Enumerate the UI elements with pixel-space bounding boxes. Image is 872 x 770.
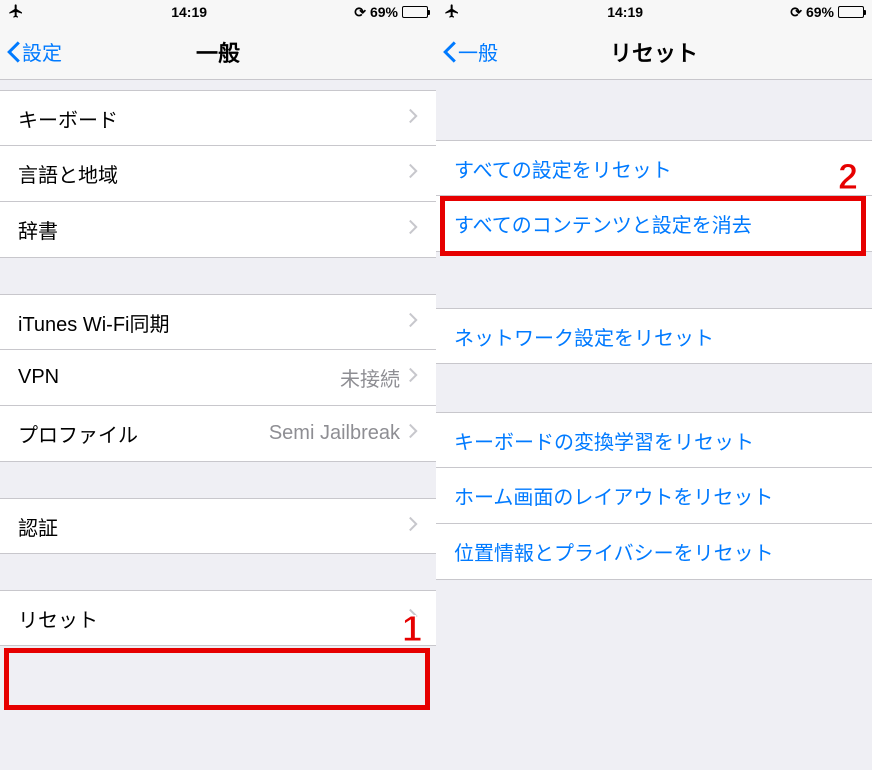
row-reset-network[interactable]: ネットワーク設定をリセット — [436, 308, 872, 364]
back-label: 一般 — [458, 37, 498, 66]
row-label: すべての設定をリセット — [454, 154, 854, 183]
airplane-mode-icon — [8, 3, 24, 22]
status-time: 14:19 — [607, 4, 643, 20]
back-label: 設定 — [22, 37, 62, 66]
group-cert: 認証 — [0, 498, 436, 554]
nav-bar: 一般 リセット — [436, 24, 872, 80]
chevron-right-icon — [408, 218, 418, 241]
row-dictionary[interactable]: 辞書 — [0, 202, 436, 258]
row-label: 認証 — [18, 512, 408, 541]
group-network: iTunes Wi-Fi同期 VPN 未接続 プロファイル Semi Jailb… — [0, 294, 436, 462]
row-certification[interactable]: 認証 — [0, 498, 436, 554]
status-time: 14:19 — [171, 4, 207, 20]
group-reset-other: キーボードの変換学習をリセット ホーム画面のレイアウトをリセット 位置情報とプラ… — [436, 412, 872, 580]
row-label: キーボード — [18, 104, 408, 133]
row-label: 位置情報とプライバシーをリセット — [454, 537, 854, 566]
chevron-right-icon — [408, 107, 418, 130]
row-reset-location-privacy[interactable]: 位置情報とプライバシーをリセット — [436, 524, 872, 580]
screen-general: 14:19 ⟳ 69% 設定 一般 キーボード 言語と地域 辞書 — [0, 0, 436, 770]
battery-percent: 69% — [806, 4, 834, 20]
battery-percent: 69% — [370, 4, 398, 20]
row-label: プロファイル — [18, 419, 269, 448]
row-erase-all-content[interactable]: すべてのコンテンツと設定を消去 — [436, 196, 872, 252]
airplane-mode-icon — [444, 3, 460, 22]
group-input: キーボード 言語と地域 辞書 — [0, 90, 436, 258]
chevron-right-icon — [408, 162, 418, 185]
page-title: 一般 — [0, 36, 436, 68]
row-label: iTunes Wi-Fi同期 — [18, 308, 408, 337]
chevron-left-icon — [442, 40, 458, 64]
page-title: リセット — [436, 36, 872, 68]
group-reset-main: すべての設定をリセット すべてのコンテンツと設定を消去 — [436, 140, 872, 252]
row-label: ホーム画面のレイアウトをリセット — [454, 481, 854, 510]
row-reset-all-settings[interactable]: すべての設定をリセット — [436, 140, 872, 196]
chevron-right-icon — [408, 366, 418, 389]
status-bar: 14:19 ⟳ 69% — [0, 0, 436, 24]
group-reset: リセット — [0, 590, 436, 646]
annotation-highlight-1 — [4, 648, 430, 710]
row-profile[interactable]: プロファイル Semi Jailbreak — [0, 406, 436, 462]
chevron-left-icon — [6, 40, 22, 64]
chevron-right-icon — [408, 607, 418, 630]
row-label: リセット — [18, 604, 408, 633]
group-reset-network: ネットワーク設定をリセット — [436, 308, 872, 364]
row-reset[interactable]: リセット — [0, 590, 436, 646]
row-label: ネットワーク設定をリセット — [454, 322, 854, 351]
row-label: キーボードの変換学習をリセット — [454, 426, 854, 455]
back-button[interactable]: 一般 — [436, 37, 498, 66]
row-value: 未接続 — [340, 363, 400, 392]
rotation-lock-icon: ⟳ — [354, 4, 366, 21]
row-label: 言語と地域 — [18, 159, 408, 188]
back-button[interactable]: 設定 — [0, 37, 62, 66]
row-language-region[interactable]: 言語と地域 — [0, 146, 436, 202]
chevron-right-icon — [408, 515, 418, 538]
battery-icon — [838, 6, 864, 18]
status-bar: 14:19 ⟳ 69% — [436, 0, 872, 24]
row-reset-home-layout[interactable]: ホーム画面のレイアウトをリセット — [436, 468, 872, 524]
row-label: VPN — [18, 366, 340, 389]
rotation-lock-icon: ⟳ — [790, 4, 802, 21]
chevron-right-icon — [408, 311, 418, 334]
row-label: 辞書 — [18, 215, 408, 244]
row-reset-keyboard-dict[interactable]: キーボードの変換学習をリセット — [436, 412, 872, 468]
row-label: すべてのコンテンツと設定を消去 — [454, 209, 854, 238]
battery-icon — [402, 6, 428, 18]
chevron-right-icon — [408, 422, 418, 445]
nav-bar: 設定 一般 — [0, 24, 436, 80]
screen-reset: 14:19 ⟳ 69% 一般 リセット すべての設定をリセット すべてのコンテン… — [436, 0, 872, 770]
row-value: Semi Jailbreak — [269, 422, 400, 445]
row-keyboard[interactable]: キーボード — [0, 90, 436, 146]
row-vpn[interactable]: VPN 未接続 — [0, 350, 436, 406]
row-itunes-wifi-sync[interactable]: iTunes Wi-Fi同期 — [0, 294, 436, 350]
